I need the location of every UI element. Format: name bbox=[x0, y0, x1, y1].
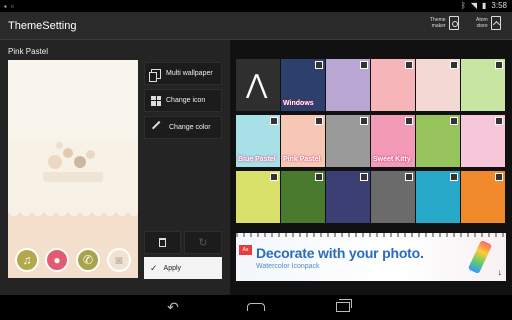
multi-wallpaper-badge-icon bbox=[495, 61, 503, 69]
trash-icon bbox=[159, 238, 166, 247]
multi-wallpaper-badge-icon bbox=[450, 61, 458, 69]
aqua-tile[interactable] bbox=[416, 171, 460, 223]
yellow-hamster-tile[interactable] bbox=[236, 171, 280, 223]
status-icons: ᛒ ◥ ▮ 3:58 bbox=[461, 1, 507, 10]
home-button[interactable] bbox=[243, 299, 269, 315]
banner-headline: Decorate with your photo. bbox=[256, 245, 424, 261]
multi-wallpaper-button[interactable]: Multi wallpaper bbox=[144, 62, 222, 85]
apply-button[interactable]: ✓ Apply bbox=[144, 257, 222, 279]
theme-detail-panel: Pink Pastel ♫ ● ✆ ◙ Multi wallpaper Chan… bbox=[0, 40, 230, 295]
tile-caption: Pink Pastel bbox=[283, 156, 321, 163]
tile-caption: Blue Pastel bbox=[238, 156, 276, 163]
atom-logo-icon: ⋀ bbox=[246, 69, 268, 99]
sweet-kitty-tile[interactable]: Sweet Kitty bbox=[371, 115, 415, 167]
multi-wallpaper-badge-icon bbox=[315, 61, 323, 69]
atom-store-button[interactable]: Atom store bbox=[476, 16, 501, 30]
decor-ribbon bbox=[43, 172, 103, 182]
notification-icon: ▪ bbox=[4, 2, 7, 11]
download-icon[interactable]: ↓ bbox=[498, 267, 503, 277]
orange-bird-tile[interactable] bbox=[461, 171, 505, 223]
white-tulip-tile[interactable] bbox=[281, 171, 325, 223]
music-icon: ♫ bbox=[15, 248, 39, 272]
bird-pastel-tile[interactable] bbox=[371, 59, 415, 111]
multi-wallpaper-badge-icon bbox=[360, 117, 368, 125]
camera-icon: ◙ bbox=[107, 248, 131, 272]
theme-maker-label: Theme maker bbox=[430, 17, 446, 29]
change-icon-button[interactable]: Change icon bbox=[144, 89, 222, 112]
lavender-owl-tile[interactable] bbox=[326, 59, 370, 111]
tile-caption: Sweet Kitty bbox=[373, 156, 411, 163]
back-button[interactable]: ↶ bbox=[160, 299, 186, 315]
check-icon: ✓ bbox=[150, 262, 158, 273]
reset-button[interactable]: ↻ bbox=[184, 231, 222, 254]
multi-wallpaper-badge-icon bbox=[270, 173, 278, 181]
green-cartoon-tile[interactable] bbox=[461, 59, 505, 111]
multi-wallpaper-badge-icon bbox=[360, 173, 368, 181]
change-color-button[interactable]: Change color bbox=[144, 116, 222, 139]
navigation-bar: ↶ bbox=[0, 295, 512, 320]
wifi-icon: ◥ bbox=[470, 1, 478, 10]
decor-bubble bbox=[86, 150, 95, 159]
phone-icon: ✆ bbox=[76, 248, 100, 272]
notification-icon: ▫ bbox=[10, 2, 14, 11]
back-icon: ↶ bbox=[167, 298, 179, 315]
clock: 3:58 bbox=[491, 1, 507, 10]
bluetooth-icon: ᛒ bbox=[461, 1, 466, 10]
decor-bubble bbox=[56, 142, 63, 149]
multi-wallpaper-badge-icon bbox=[270, 117, 278, 125]
refresh-icon: ↻ bbox=[198, 237, 208, 249]
multi-wallpaper-badge-icon bbox=[315, 117, 323, 125]
theme-preview[interactable]: ♫ ● ✆ ◙ bbox=[8, 60, 138, 278]
tile-caption: Windows bbox=[283, 100, 314, 107]
crocodile-tile[interactable] bbox=[326, 171, 370, 223]
eyedropper-icon bbox=[151, 120, 167, 135]
decor-bubble bbox=[74, 156, 86, 168]
red-umbrella-tile[interactable] bbox=[416, 59, 460, 111]
theme-name: Pink Pastel bbox=[8, 47, 49, 56]
banner-subtitle: Watercolor Iconpack bbox=[256, 263, 320, 270]
multi-wallpaper-badge-icon bbox=[405, 173, 413, 181]
wallpaper-stack-icon bbox=[149, 68, 161, 82]
multi-wallpaper-badge-icon bbox=[450, 173, 458, 181]
multi-wallpaper-badge-icon bbox=[450, 117, 458, 125]
camera-shutter-icon: ● bbox=[45, 248, 69, 272]
app-title: ThemeSetting bbox=[8, 20, 77, 32]
notification-icons: ▪ ▫ bbox=[4, 2, 14, 11]
store-bag-icon bbox=[490, 16, 501, 30]
icon-grid-icon bbox=[151, 95, 161, 106]
multi-wallpaper-badge-icon bbox=[360, 61, 368, 69]
decor-bubble bbox=[63, 148, 73, 158]
app-logo: As bbox=[239, 245, 252, 255]
decor-bubble bbox=[48, 155, 62, 169]
grey-drops-tile[interactable] bbox=[371, 171, 415, 223]
green-leaf-tile[interactable] bbox=[416, 115, 460, 167]
windows-theme-tile[interactable]: Windows bbox=[281, 59, 325, 111]
multi-wallpaper-badge-icon bbox=[495, 117, 503, 125]
theme-maker-button[interactable]: Theme maker bbox=[430, 16, 459, 30]
paintbrush-icon bbox=[467, 239, 493, 275]
theme-grid: ⋀ Windows Blue Pastel Pink Pastel Sweet Kitt… bbox=[236, 59, 506, 227]
theme-maker-icon bbox=[448, 16, 459, 30]
atom-store-label: Atom store bbox=[476, 17, 488, 29]
pink-pastel-tile[interactable]: Pink Pastel bbox=[281, 115, 325, 167]
pink-bear-tile[interactable] bbox=[461, 115, 505, 167]
recent-apps-button[interactable] bbox=[330, 299, 356, 315]
multi-wallpaper-badge-icon bbox=[405, 117, 413, 125]
atom-logo-tile[interactable]: ⋀ bbox=[236, 59, 280, 111]
status-bar: ▪ ▫ ᛒ ◥ ▮ 3:58 bbox=[0, 0, 512, 12]
promo-banner[interactable]: As Decorate with your photo. Watercolor … bbox=[236, 233, 506, 281]
blue-pastel-tile[interactable]: Blue Pastel bbox=[236, 115, 280, 167]
multi-wallpaper-badge-icon bbox=[405, 61, 413, 69]
action-bar: ThemeSetting Theme maker Atom store bbox=[0, 12, 512, 40]
recent-apps-icon bbox=[336, 299, 352, 312]
battery-icon: ▮ bbox=[482, 1, 487, 10]
multi-wallpaper-badge-icon bbox=[315, 173, 323, 181]
delete-button[interactable] bbox=[144, 231, 181, 254]
home-icon bbox=[247, 303, 265, 311]
monochrome-tile[interactable] bbox=[326, 115, 370, 167]
multi-wallpaper-badge-icon bbox=[495, 173, 503, 181]
